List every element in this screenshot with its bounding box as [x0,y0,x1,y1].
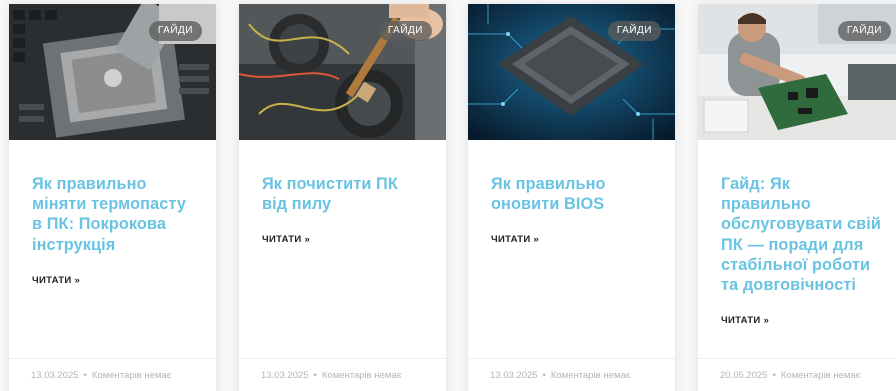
comments-count[interactable]: Коментарів немає [92,370,172,381]
post-meta: 13.03.2025 • Коментарів немає [468,358,675,381]
comments-count[interactable]: Коментарів немає [322,370,402,381]
meta-separator: • [542,370,546,381]
post-thumbnail[interactable]: ГАЙДИ [9,4,216,140]
meta-separator: • [313,370,317,381]
post-meta: 20.05.2025 • Коментарів немає [698,358,896,381]
post-card-bios-update[interactable]: ГАЙДИ Як правильно оновити BIOS ЧИТАТИ »… [468,4,675,391]
post-card-thermal-paste[interactable]: ГАЙДИ Як правильно міняти термопасту в П… [9,4,216,391]
read-more-link[interactable]: ЧИТАТИ » [32,275,80,286]
meta-separator: • [772,370,776,381]
post-date: 13.03.2025 [31,370,79,381]
post-title[interactable]: Як правильно міняти термопасту в ПК: Пок… [32,174,194,255]
post-title[interactable]: Гайд: Як правильно обслуговувати свій ПК… [721,174,883,295]
post-date: 20.05.2025 [720,370,768,381]
post-title[interactable]: Як почистити ПК від пилу [262,174,424,214]
post-card-pc-maintenance[interactable]: ГАЙДИ Гайд: Як правильно обслуговувати с… [698,4,896,391]
read-more-link[interactable]: ЧИТАТИ » [491,234,539,245]
comments-count[interactable]: Коментарів немає [551,370,631,381]
post-thumbnail[interactable]: ГАЙДИ [698,4,896,140]
comments-count[interactable]: Коментарів немає [781,370,861,381]
post-date: 13.03.2025 [261,370,309,381]
post-meta: 13.03.2025 • Коментарів немає [239,358,446,381]
post-date: 13.03.2025 [490,370,538,381]
post-thumbnail[interactable]: ГАЙДИ [468,4,675,140]
post-meta: 13.03.2025 • Коментарів немає [9,358,216,381]
category-badge[interactable]: ГАЙДИ [607,21,661,41]
meta-separator: • [83,370,87,381]
read-more-link[interactable]: ЧИТАТИ » [721,315,769,326]
read-more-link[interactable]: ЧИТАТИ » [262,234,310,245]
post-card-dust-cleaning[interactable]: ГАЙДИ Як почистити ПК від пилу ЧИТАТИ » … [239,4,446,391]
category-badge[interactable]: ГАЙДИ [378,21,432,41]
category-badge[interactable]: ГАЙДИ [148,21,202,41]
post-title[interactable]: Як правильно оновити BIOS [491,174,653,214]
post-thumbnail[interactable]: ГАЙДИ [239,4,446,140]
category-badge[interactable]: ГАЙДИ [837,21,891,41]
